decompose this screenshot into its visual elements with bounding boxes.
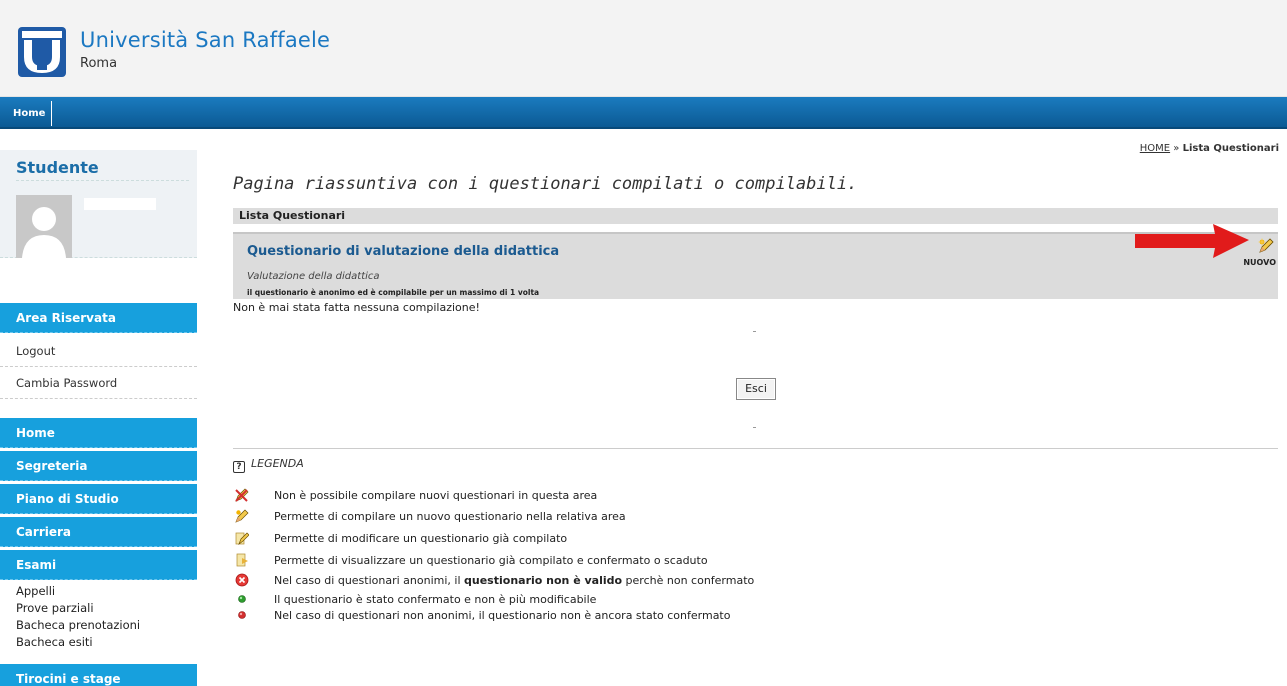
separator-dot [753, 331, 756, 332]
brand-city: Roma [80, 56, 118, 71]
menu-home[interactable]: Home [0, 418, 197, 448]
legend-row: Permette di modificare un questionario g… [235, 531, 935, 547]
green-dot-icon [238, 595, 246, 603]
avatar-icon [16, 195, 72, 258]
page-title: Pagina riassuntiva con i questionari com… [233, 174, 858, 194]
cross-pencil-icon [235, 488, 249, 502]
legend-title: ? LEGENDA [233, 457, 304, 473]
questionnaire-subtitle: Valutazione della didattica [247, 271, 380, 282]
separator-dot [753, 427, 756, 428]
menu-piano-di-studio[interactable]: Piano di Studio [0, 484, 197, 514]
legend-text: Il questionario è stato confermato e non… [274, 593, 597, 606]
legend-text: Permette di visualizzare un questionario… [274, 554, 708, 567]
red-arrow-annotation [1135, 224, 1249, 258]
legend-text: Nel caso di questionari non anonimi, il … [274, 609, 731, 622]
legend-row: Nel caso di questionari non anonimi, il … [235, 608, 935, 624]
legend-text: Permette di modificare un questionario g… [274, 532, 568, 545]
edit-pencil-icon [235, 532, 249, 545]
questionnaire-note: il questionario è anonimo ed è compilabi… [247, 288, 540, 297]
invalid-x-icon [235, 573, 249, 587]
legend-row: Nel caso di questionari anonimi, il ques… [235, 573, 935, 589]
legend-text-bold: questionario non è valido [464, 574, 623, 587]
questionnaire-title[interactable]: Questionario di valutazione della didatt… [247, 244, 559, 259]
esami-prove-parziali-link[interactable]: Prove parziali [16, 601, 94, 615]
brand-name: Università San Raffaele [80, 28, 331, 52]
student-divider [16, 180, 189, 181]
header: Università San Raffaele Roma [0, 0, 1287, 97]
cambia-password-link[interactable]: Cambia Password [0, 367, 197, 399]
no-compilation-message: Non è mai stata fatta nessuna compilazio… [233, 301, 480, 314]
esami-bacheca-prenotazioni-link[interactable]: Bacheca prenotazioni [16, 618, 140, 632]
list-header: Lista Questionari [233, 208, 1278, 224]
red-dot-icon [238, 611, 246, 619]
legend-title-text: LEGENDA [251, 457, 304, 470]
student-title: Studente [16, 158, 99, 177]
esami-appelli-link[interactable]: Appelli [16, 584, 55, 598]
menu-carriera[interactable]: Carriera [0, 517, 197, 547]
view-doc-icon [236, 553, 248, 567]
topnav-home-link[interactable]: Home [7, 101, 53, 126]
breadcrumb-home-link[interactable]: HOME [1140, 143, 1170, 154]
logout-link[interactable]: Logout [0, 335, 197, 367]
top-navigation: Home [0, 97, 1287, 129]
esami-bacheca-esiti-link[interactable]: Bacheca esiti [16, 635, 93, 649]
menu-esami[interactable]: Esami [0, 550, 197, 580]
legend-row: Permette di visualizzare un questionario… [235, 553, 935, 569]
legend-row: Permette di compilare un nuovo questiona… [235, 509, 935, 525]
help-icon: ? [233, 461, 245, 473]
student-name-redacted [84, 198, 156, 210]
questionnaire-card: Questionario di valutazione della didatt… [233, 232, 1278, 299]
legend-row: Non è possibile compilare nuovi question… [235, 488, 935, 504]
exit-button[interactable]: Esci [736, 378, 776, 400]
legend-text: Permette di compilare un nuovo questiona… [274, 510, 626, 523]
menu-tirocini[interactable]: Tirocini e stage [0, 664, 197, 686]
legend-text-after: perchè non confermato [622, 574, 755, 587]
menu-segreteria[interactable]: Segreteria [0, 451, 197, 481]
new-pencil-icon [235, 509, 249, 523]
area-riservata-header: Area Riservata [0, 303, 197, 333]
breadcrumb-current: Lista Questionari [1182, 143, 1279, 154]
legend-divider [233, 448, 1278, 449]
legend-text-before: Nel caso di questionari anonimi, il [274, 574, 465, 587]
legend-text: Non è possibile compilare nuovi question… [274, 489, 598, 502]
new-pencil-icon[interactable] [1258, 238, 1274, 254]
legend-row: Il questionario è stato confermato e non… [235, 592, 935, 608]
legend-text: Nel caso di questionari anonimi, il ques… [274, 574, 754, 587]
breadcrumb: HOME » Lista Questionari [1140, 143, 1279, 154]
university-logo[interactable] [18, 27, 66, 77]
breadcrumb-separator: » [1170, 143, 1183, 154]
